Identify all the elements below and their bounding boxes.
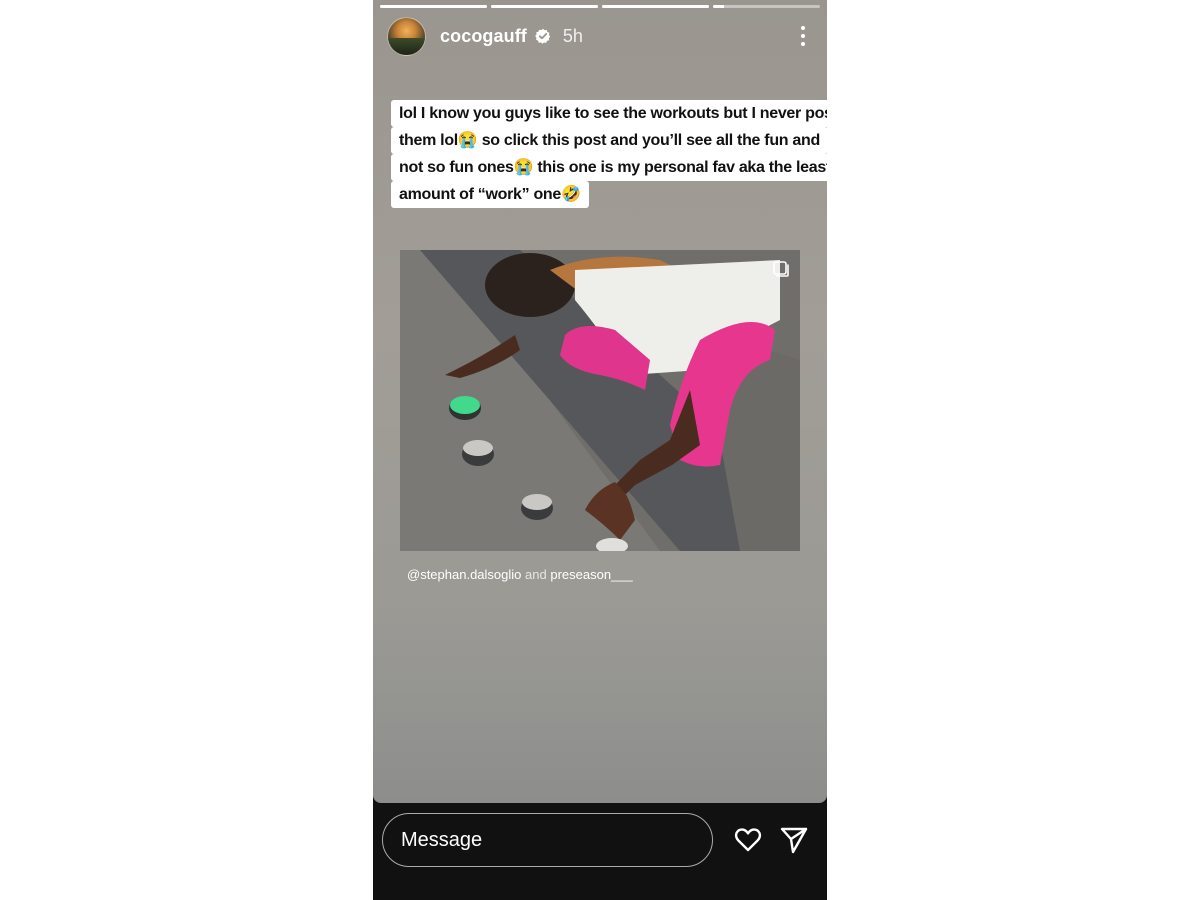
story-timestamp: 5h xyxy=(562,25,583,46)
caption-line: lol I know you guys like to see the work… xyxy=(391,100,827,127)
reply-bar xyxy=(373,803,827,900)
more-vertical-icon[interactable] xyxy=(793,24,813,48)
workout-photo xyxy=(400,250,800,551)
progress-segment xyxy=(602,5,709,8)
verified-badge-icon xyxy=(535,28,551,44)
story-header: cocogauff 5h xyxy=(387,16,813,56)
caption-line: not so fun ones😭 this one is my personal… xyxy=(391,154,827,181)
profile-avatar[interactable] xyxy=(387,16,426,56)
progress-segment xyxy=(491,5,598,8)
story-viewer: cocogauff 5h lol I know you guys like to… xyxy=(373,0,827,900)
progress-segment xyxy=(713,5,820,8)
send-icon[interactable] xyxy=(779,825,809,855)
story-frame[interactable]: cocogauff 5h lol I know you guys like to… xyxy=(373,0,827,803)
credit-handle[interactable]: @stephan.dalsoglio xyxy=(407,567,521,582)
story-progress-bar xyxy=(380,5,820,8)
credit-and: and xyxy=(525,567,547,582)
credit-second[interactable]: preseason___ xyxy=(550,567,632,582)
message-input[interactable] xyxy=(382,813,713,867)
caption-line: them lol😭 so click this post and you’ll … xyxy=(391,127,827,154)
username[interactable]: cocogauff xyxy=(440,26,527,47)
caption-line: amount of “work” one🤣 xyxy=(391,181,589,208)
story-caption: lol I know you guys like to see the work… xyxy=(391,100,827,208)
progress-segment xyxy=(380,5,487,8)
embedded-post[interactable] xyxy=(400,250,800,551)
heart-icon[interactable] xyxy=(733,825,763,855)
multiple-posts-icon xyxy=(773,261,789,277)
post-credit[interactable]: @stephan.dalsoglio and preseason___ xyxy=(407,567,633,582)
